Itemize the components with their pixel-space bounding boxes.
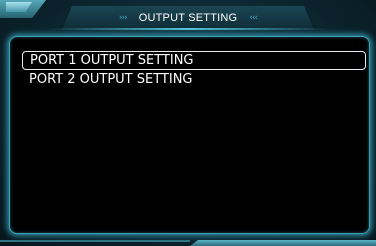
menu-item-port-2-output-setting[interactable]: PORT 2 OUTPUT SETTING xyxy=(22,70,366,89)
page-title: OUTPUT SETTING xyxy=(138,12,238,24)
menu-panel: PORT 1 OUTPUT SETTING PORT 2 OUTPUT SETT… xyxy=(9,36,370,234)
menu-header: ››› OUTPUT SETTING ‹‹‹ xyxy=(62,6,314,30)
bottom-divider xyxy=(0,240,190,242)
menu-item-label: PORT 1 OUTPUT SETTING xyxy=(30,53,194,68)
chevron-right-icon: ››› xyxy=(118,13,127,23)
chevron-left-icon: ‹‹‹ xyxy=(249,13,258,23)
menu-item-label: PORT 2 OUTPUT SETTING xyxy=(29,72,193,87)
menu-item-port-1-output-setting[interactable]: PORT 1 OUTPUT SETTING xyxy=(22,51,366,70)
header-underline xyxy=(48,28,328,30)
bottom-decoration xyxy=(190,240,376,246)
menu-list: PORT 1 OUTPUT SETTING PORT 2 OUTPUT SETT… xyxy=(22,51,366,89)
osd-screen: ››› OUTPUT SETTING ‹‹‹ PORT 1 OUTPUT SET… xyxy=(0,0,376,246)
